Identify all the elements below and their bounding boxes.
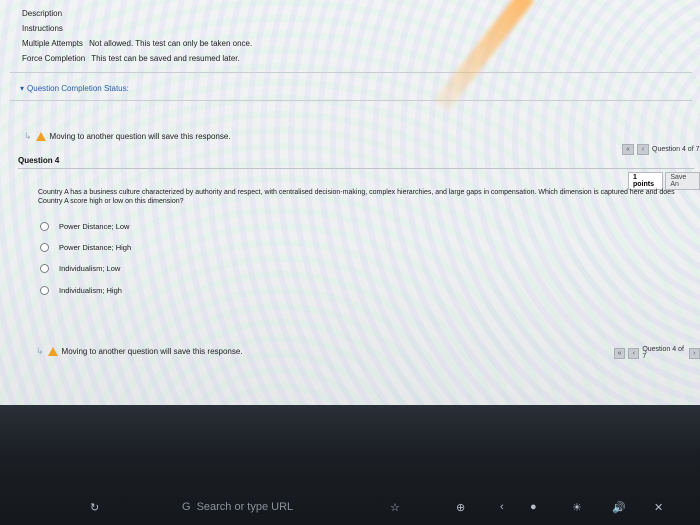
question-position: Question 4 of 7 bbox=[642, 346, 684, 360]
radio-button[interactable] bbox=[40, 264, 49, 273]
taskbar: ↻ G Search or type URL ☆ ⊕ ‹ ● ☀ 🔊 ✕ bbox=[0, 405, 700, 525]
next-question-button[interactable]: › bbox=[688, 347, 700, 359]
bookmark-star-icon[interactable]: ☆ bbox=[390, 501, 400, 514]
add-circle-icon[interactable]: ⊕ bbox=[456, 501, 465, 514]
question-title: Question 4 bbox=[18, 156, 60, 165]
warning-text: Moving to another question will save thi… bbox=[61, 347, 243, 356]
divider bbox=[10, 100, 692, 101]
radio-button[interactable] bbox=[40, 222, 49, 231]
description-row: Description bbox=[22, 6, 252, 21]
answer-option[interactable]: Individualism; High bbox=[40, 286, 122, 295]
brightness-icon[interactable]: ☀ bbox=[572, 501, 582, 514]
warning-message: ↳ Moving to another question will save t… bbox=[24, 131, 231, 142]
chevron-down-icon: ▾ bbox=[20, 84, 25, 93]
multiple-attempts-row: Multiple Attempts Not allowed. This test… bbox=[22, 36, 252, 51]
question-position: Question 4 of 7 bbox=[652, 146, 700, 153]
google-icon: G bbox=[182, 501, 191, 513]
multiple-attempts-value: Not allowed. This test can only be taken… bbox=[89, 39, 253, 48]
radio-button[interactable] bbox=[40, 243, 49, 252]
question-text: Country A has a business culture charact… bbox=[38, 189, 675, 205]
answer-option[interactable]: Power Distance; Low bbox=[40, 222, 129, 231]
search-placeholder: Search or type URL bbox=[196, 501, 294, 513]
prev-question-button[interactable]: ‹ bbox=[637, 144, 649, 155]
reload-icon[interactable]: ↻ bbox=[90, 501, 99, 514]
instructions-label: Instructions bbox=[22, 24, 63, 33]
mute-icon[interactable]: ✕ bbox=[654, 501, 663, 514]
search-input[interactable]: G Search or type URL bbox=[182, 501, 462, 513]
first-question-button[interactable]: « bbox=[622, 144, 634, 155]
return-arrow-icon: ↳ bbox=[36, 346, 44, 356]
warning-text: Moving to another question will save thi… bbox=[49, 132, 231, 141]
return-arrow-icon: ↳ bbox=[24, 131, 32, 141]
multiple-attempts-label: Multiple Attempts bbox=[22, 39, 83, 48]
option-label: Individualism; Low bbox=[59, 264, 121, 273]
answer-option[interactable]: Individualism; Low bbox=[40, 264, 120, 273]
force-completion-row: Force Completion This test can be saved … bbox=[22, 51, 252, 66]
radio-button[interactable] bbox=[40, 286, 49, 295]
question-nav-top: « ‹ Question 4 of 7 bbox=[622, 144, 699, 155]
force-completion-value: This test can be saved and resumed later… bbox=[91, 54, 240, 63]
divider bbox=[10, 72, 692, 73]
option-label: Power Distance; Low bbox=[59, 222, 130, 231]
status-label: Question Completion Status: bbox=[27, 84, 129, 93]
answer-option[interactable]: Power Distance; High bbox=[40, 243, 131, 252]
question-nav-bottom: « ‹ Question 4 of 7 › bbox=[614, 346, 700, 360]
question-completion-status[interactable]: ▾ Question Completion Status: bbox=[20, 84, 129, 93]
force-completion-label: Force Completion bbox=[22, 54, 86, 63]
description-label: Description bbox=[22, 9, 63, 18]
instructions-row: Instructions bbox=[22, 21, 252, 36]
test-info-panel: Description Instructions Multiple Attemp… bbox=[22, 6, 252, 66]
back-arrow-icon[interactable]: ‹ bbox=[500, 501, 504, 513]
warning-icon bbox=[35, 132, 46, 141]
volume-icon[interactable]: 🔊 bbox=[612, 501, 626, 514]
warning-message-bottom: ↳ Moving to another question will save t… bbox=[36, 346, 243, 357]
first-question-button[interactable]: « bbox=[614, 347, 626, 359]
screen-glare bbox=[433, 0, 535, 112]
prev-question-button[interactable]: ‹ bbox=[628, 347, 640, 359]
browser-screen: Description Instructions Multiple Attemp… bbox=[0, 0, 700, 405]
option-label: Power Distance; High bbox=[59, 243, 132, 252]
circle-button-icon[interactable]: ● bbox=[530, 501, 537, 513]
warning-icon bbox=[47, 347, 58, 356]
option-label: Individualism; High bbox=[59, 286, 122, 295]
